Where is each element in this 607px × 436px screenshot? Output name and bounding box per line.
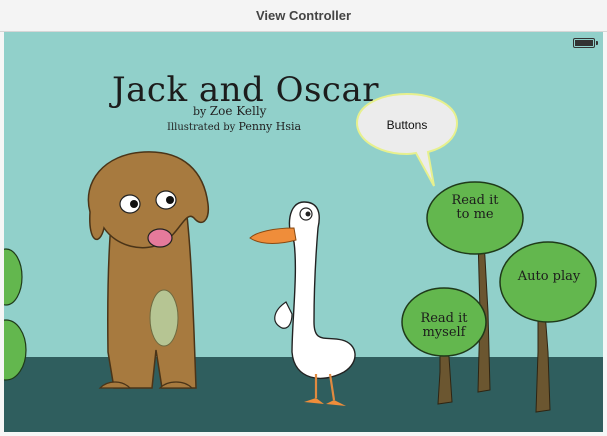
battery-icon	[573, 38, 598, 48]
left-edge-tree-icon	[4, 248, 27, 381]
read-to-me-line2: to me	[456, 207, 494, 222]
read-myself-button[interactable]: Read it myself	[412, 312, 476, 340]
auto-play-label: Auto play	[517, 269, 581, 284]
window-title: View Controller	[255, 8, 352, 23]
illustrator-name: Penny Hsia	[238, 120, 302, 133]
read-myself-line2: myself	[422, 325, 466, 340]
read-to-me-button[interactable]: Read it to me	[440, 194, 510, 222]
author-prefix: by	[193, 105, 207, 118]
duck-character-icon	[249, 201, 356, 406]
callout-text: Buttons	[386, 118, 428, 132]
illustrator-line: Illustrated by Penny Hsia	[167, 120, 301, 133]
tree-read-myself-icon	[401, 287, 487, 405]
window-title-bar: View Controller	[0, 0, 607, 32]
read-myself-line1: Read it	[420, 311, 468, 326]
auto-play-button[interactable]: Auto play	[509, 270, 589, 284]
illustrator-prefix: Illustrated by	[167, 122, 236, 133]
author-line: by Zoe Kelly	[193, 104, 266, 118]
dog-character-icon	[87, 151, 210, 389]
read-to-me-line1: Read it	[451, 193, 499, 208]
author-name: Zoe Kelly	[209, 104, 267, 118]
tree-auto-play-icon	[499, 241, 597, 413]
view-controller-canvas: Jack and Oscar by Zoe Kelly Illustrated …	[4, 32, 603, 432]
